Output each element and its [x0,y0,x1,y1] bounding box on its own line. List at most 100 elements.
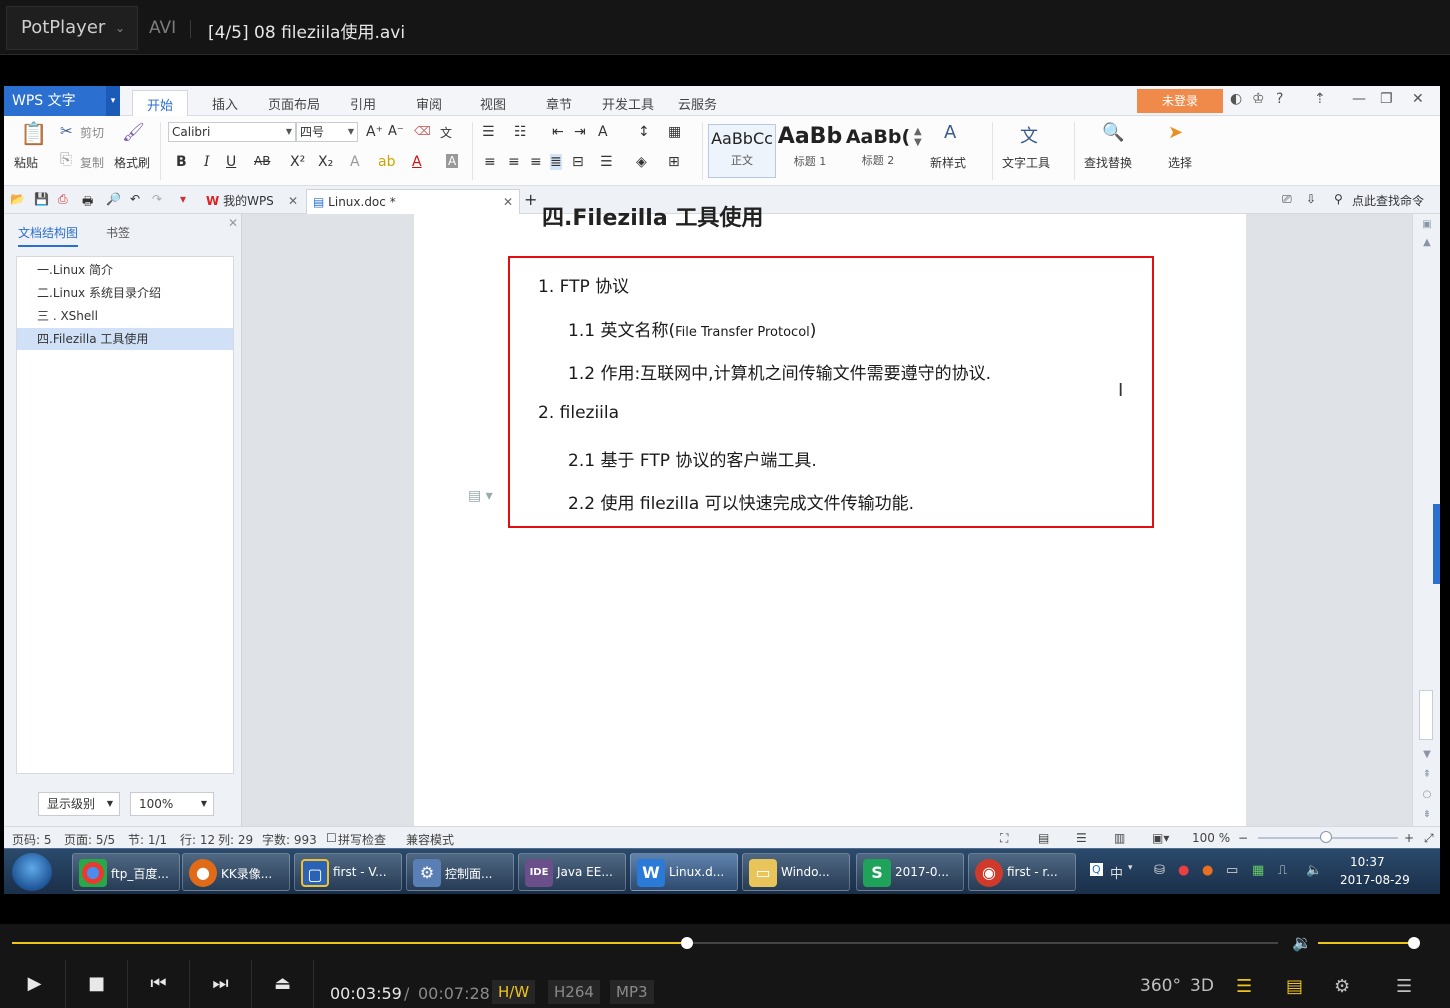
table-icon[interactable]: ▦ [668,124,681,140]
align-right-icon[interactable]: ≡ [530,154,542,170]
align-left-icon[interactable]: ≡ [484,154,496,170]
justify-icon[interactable]: ≣ [550,154,562,170]
find-replace-button[interactable]: 查找替换 [1084,154,1132,171]
next-page-icon[interactable]: ⇟ [1420,808,1434,822]
format-painter-icon[interactable]: 🖌 [122,122,145,143]
select-cursor-icon[interactable]: ➤ [1168,122,1183,143]
hw-decode-badge[interactable]: H/W [492,980,536,1004]
vertical-scrollbar[interactable]: ▣ ▲ ▼ ⇞ ○ ⇟ [1412,214,1440,826]
taskbar-item[interactable]: ftp_百度... [72,853,180,891]
potplayer-menu-button[interactable]: PotPlayer ⌄ [6,6,138,50]
outline-view-icon[interactable]: ☰ [1076,831,1087,845]
border-icon[interactable]: ⊞ [668,154,680,170]
distribute-icon[interactable]: ⊟ [572,154,584,170]
print-icon[interactable]: 🖶 [82,192,93,213]
style-normal[interactable]: AaBbCc 正文 [708,124,776,178]
volume-icon[interactable]: 🔉 [1292,933,1312,952]
playlist-search-icon[interactable]: ☰ [1236,976,1252,997]
strikethrough-icon[interactable]: AB [254,154,270,168]
align-center-icon[interactable]: ≡ [508,154,520,170]
scroll-up-icon[interactable]: ▲ [1420,236,1434,250]
audio-codec-badge[interactable]: MP3 [610,980,654,1004]
taskbar-item[interactable]: ▭ Windo... [742,853,850,891]
text-tools-button[interactable]: 文字工具 [1002,154,1050,171]
line-spacing-icon[interactable]: ☰ [600,154,613,170]
next-button[interactable]: ⏭ [190,960,252,1008]
outline-item-selected[interactable]: 四.Filezilla 工具使用 [17,328,233,350]
vr-360-button[interactable]: 360° [1140,976,1181,996]
outline-level-select[interactable]: 显示级别 ▼ [38,792,120,816]
select-browse-icon[interactable]: ○ [1420,788,1434,802]
tray-app-icon[interactable]: ⛁ [1154,863,1165,878]
style-gallery-scroll[interactable]: ▲ ▼ [914,126,922,148]
taskbar-item[interactable]: ▢ first - V... [294,853,402,891]
restore-icon[interactable]: ❐ [1380,91,1393,107]
ribbon-collapse-icon[interactable]: ⇡ [1314,91,1326,107]
volume-icon[interactable]: 🔈 [1306,863,1322,878]
shading-icon[interactable]: ◈ [636,154,647,170]
clock-time[interactable]: 10:37 [1350,855,1385,869]
tab-linux-doc[interactable]: ▤ Linux.doc * ✕ [306,189,520,214]
style-heading-1[interactable]: AaBb 标题 1 [776,124,844,178]
save-icon[interactable]: 💾 [34,192,49,206]
taskbar-item-active[interactable]: W Linux.d... [630,853,738,891]
help-icon[interactable]: ? [1276,91,1283,107]
quick-access-dropdown-icon[interactable]: ▾ [180,192,186,206]
login-button[interactable]: 未登录 [1137,89,1223,113]
redo-icon[interactable]: ↷ [152,192,162,206]
select-button[interactable]: 选择 [1168,154,1192,171]
clock-date[interactable]: 2017-08-29 [1340,873,1410,887]
style-heading-2[interactable]: AaBb( 标题 2 [844,124,912,178]
document-canvas[interactable]: 四.Filezilla 工具使用 ▤ ▾ 1. FTP 协议 1.1 英文名称(… [242,206,1412,826]
copy-icon[interactable]: ⎘ [60,150,72,168]
outline-item[interactable]: 一.Linux 简介 [17,259,233,281]
document-page[interactable]: 四.Filezilla 工具使用 ▤ ▾ 1. FTP 协议 1.1 英文名称(… [414,206,1246,826]
zoom-in-icon[interactable]: + [1404,831,1414,845]
minimize-icon[interactable]: — [1352,91,1366,107]
taskbar-item[interactable]: ● KK录像... [182,853,290,891]
superscript-icon[interactable]: X² [290,154,305,170]
tab-chapter[interactable]: 章节 [546,94,572,113]
pdf-icon[interactable]: ⎙ [58,192,68,207]
clear-format-icon[interactable]: ⌫ [414,124,431,138]
3d-button[interactable]: 3D [1190,976,1214,996]
new-style-icon[interactable]: A [944,122,956,143]
seek-thumb[interactable] [680,937,693,949]
tray-network-icon[interactable]: ▦ [1252,863,1264,878]
tab-developer[interactable]: 开发工具 [602,94,654,113]
numbered-list-icon[interactable]: ☷ [514,124,527,140]
text-effect-icon[interactable]: A [350,154,360,170]
full-screen-icon[interactable]: ⛶ [1000,831,1008,846]
paste-icon[interactable]: 📋 [20,122,47,147]
spell-check-checkbox[interactable]: ☐ [326,831,337,845]
wps-app-menu[interactable]: WPS 文字 ▾ [4,86,120,116]
format-painter-button[interactable]: 格式刷 [114,154,150,171]
tab-my-wps[interactable]: W 我的WPS ✕ [200,189,304,214]
page-view-icon[interactable]: ▤ [1038,831,1049,845]
nav-zoom-select[interactable]: 100% ▼ [130,792,214,816]
copy-button[interactable]: 复制 [80,154,104,171]
zoom-slider-thumb[interactable] [1320,831,1332,843]
tab-review[interactable]: 审阅 [416,94,442,113]
taskbar-item[interactable]: IDE Java EE... [518,853,626,891]
find-replace-icon[interactable]: 🔍 [1102,122,1124,143]
tab-references[interactable]: 引用 [350,94,376,113]
stop-button[interactable]: ■ [66,960,128,1008]
increase-indent-icon[interactable]: ⇥ [574,124,586,140]
shirt-icon[interactable]: ♔ [1252,91,1265,107]
scroll-top-icon[interactable]: ▣ [1420,218,1434,232]
gear-icon[interactable]: ⚙ [1334,976,1350,997]
fit-page-icon[interactable]: ⤢ [1424,831,1434,846]
close-icon[interactable]: ✕ [503,190,513,214]
tab-bookmarks[interactable]: 书签 [106,224,130,241]
new-style-button[interactable]: 新样式 [930,154,966,171]
undo-icon[interactable]: ↶ [130,192,140,206]
prev-page-icon[interactable]: ⇞ [1420,768,1434,782]
close-icon[interactable]: ✕ [228,216,238,230]
font-size-select[interactable]: 四号 ▼ [296,122,358,142]
ime-dropdown-icon[interactable]: ▾ [1128,863,1133,873]
tray-orange-icon[interactable]: ● [1202,863,1213,878]
tab-insert[interactable]: 插入 [212,94,238,113]
eject-button[interactable]: ⏏ [252,960,314,1008]
cut-button[interactable]: 剪切 [80,124,104,141]
